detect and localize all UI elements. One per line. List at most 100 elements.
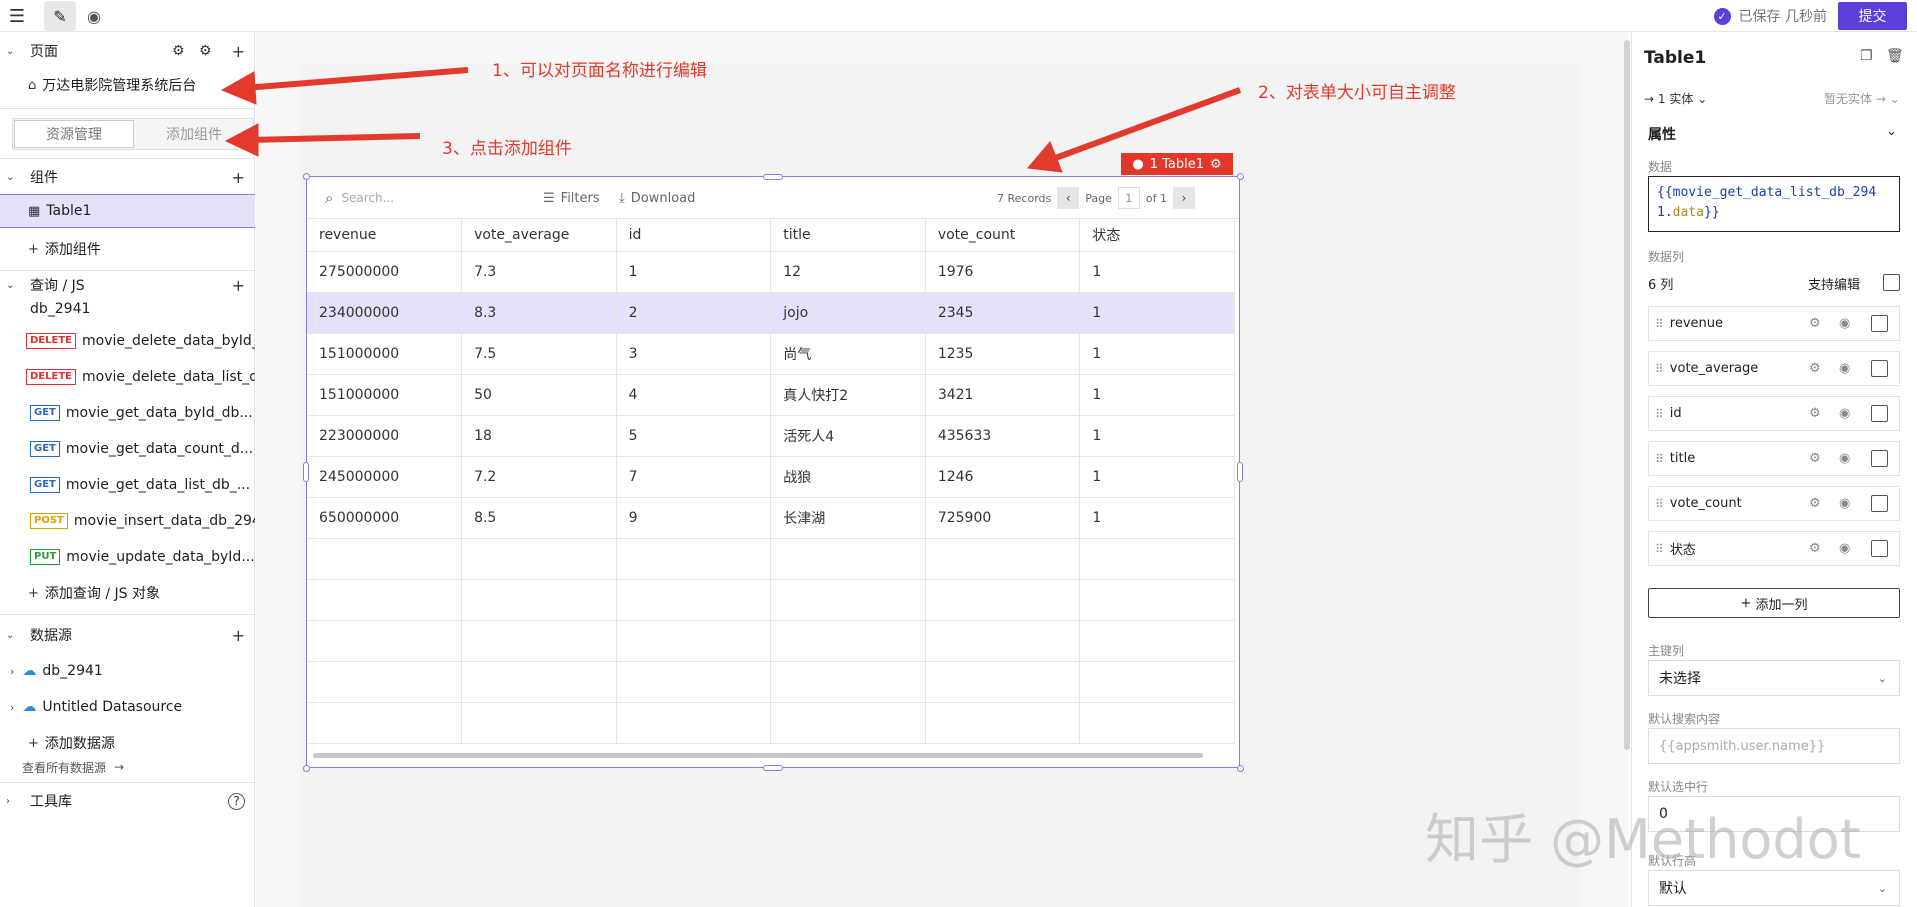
column-checkbox[interactable] xyxy=(1871,360,1888,377)
support-edit-checkbox[interactable] xyxy=(1883,274,1900,291)
page-item[interactable]: ⌂ 万达电影院管理系统后台 xyxy=(0,70,255,100)
drag-handle-icon[interactable]: ⠿ xyxy=(1655,452,1664,466)
column-checkbox[interactable] xyxy=(1871,495,1888,512)
table-cell[interactable] xyxy=(925,702,1081,744)
widget-name-tag[interactable]: ● 1 Table1 ⚙ xyxy=(1121,153,1233,175)
table-cell[interactable] xyxy=(307,579,463,621)
table-cell[interactable]: 8.5 xyxy=(461,497,617,539)
eye-icon[interactable]: ◉ xyxy=(1839,451,1850,466)
eye-icon[interactable]: ◉ xyxy=(1839,496,1850,511)
table-cell[interactable] xyxy=(1079,702,1235,744)
table-cell[interactable]: 435633 xyxy=(925,415,1081,457)
table-row[interactable]: 245000000 7.2 7 战狼 1246 1 xyxy=(307,456,1235,498)
table-cell[interactable]: 275000000 xyxy=(307,251,463,293)
gear-icon[interactable]: ⚙ xyxy=(1809,316,1821,331)
empty-table-row[interactable] xyxy=(307,702,1235,744)
table-cell[interactable]: 7.2 xyxy=(461,456,617,498)
help-icon[interactable]: ? xyxy=(228,792,245,810)
drag-handle-icon[interactable]: ⠿ xyxy=(1655,407,1664,421)
eye-icon[interactable]: ◉ xyxy=(1839,361,1850,376)
query-item[interactable]: DELETE movie_delete_data_list_d... xyxy=(0,362,255,392)
add-query-plus-icon[interactable]: + xyxy=(232,276,245,295)
table-cell[interactable]: 真人快打2 xyxy=(770,374,926,416)
chevron-down-icon[interactable]: ⌄ xyxy=(6,172,20,183)
preview-eye-icon[interactable]: ◉ xyxy=(80,0,108,32)
table-horizontal-scrollbar[interactable] xyxy=(313,753,1203,758)
column-item[interactable]: ⠿ 状态 ⚙ ◉ xyxy=(1648,531,1900,566)
widget-item-table1[interactable]: ▦ Table1 xyxy=(0,194,255,228)
add-page-plus-icon[interactable]: + xyxy=(232,42,245,61)
delete-icon[interactable]: 🗑 xyxy=(1886,48,1904,64)
primary-key-select[interactable]: 未选择 ⌄ xyxy=(1648,660,1900,696)
settings-icon[interactable]: ⚙ xyxy=(1210,157,1222,172)
chevron-down-icon[interactable]: ⌄ xyxy=(6,280,20,291)
table-cell[interactable] xyxy=(461,538,617,580)
table-cell[interactable]: 1976 xyxy=(925,251,1081,293)
column-header[interactable]: vote_average xyxy=(461,219,617,252)
table-cell[interactable] xyxy=(1079,538,1235,580)
table-cell[interactable]: 234000000 xyxy=(307,292,463,334)
widgets-section-header[interactable]: ⌄ 组件 + xyxy=(0,162,255,192)
chevron-down-icon[interactable]: ⌄ xyxy=(6,46,20,57)
table-cell[interactable] xyxy=(925,538,1081,580)
table-widget[interactable]: ⌕ Search... ☰ Filters ⤓ Download 7 Recor… xyxy=(306,176,1240,768)
column-header[interactable]: title xyxy=(770,219,926,252)
submit-button[interactable]: 提交 xyxy=(1838,2,1907,30)
add-widget-plus-icon[interactable]: + xyxy=(232,168,245,187)
prev-page-button[interactable]: ‹ xyxy=(1057,187,1080,209)
table-cell[interactable] xyxy=(616,702,772,744)
resize-handle-bottom-right[interactable] xyxy=(1237,765,1244,772)
table-cell[interactable] xyxy=(461,661,617,703)
eye-icon[interactable]: ◉ xyxy=(1839,541,1850,556)
table-cell[interactable]: 1 xyxy=(1079,415,1235,457)
table-cell[interactable]: 12 xyxy=(770,251,926,293)
gear-icon[interactable]: ⚙ xyxy=(1809,541,1821,556)
datasource-item[interactable]: › ☁ db_2941 xyxy=(0,656,255,686)
table-cell[interactable]: 5 xyxy=(616,415,772,457)
table-cell[interactable] xyxy=(1079,579,1235,621)
edit-mode-pencil-icon[interactable]: ✎ xyxy=(44,1,76,31)
column-header[interactable]: vote_count xyxy=(925,219,1081,252)
table-cell[interactable]: 1246 xyxy=(925,456,1081,498)
drag-handle-icon[interactable]: ⠿ xyxy=(1655,497,1664,511)
table-cell[interactable]: 223000000 xyxy=(307,415,463,457)
column-item[interactable]: ⠿ vote_count ⚙ ◉ xyxy=(1648,486,1900,521)
column-item[interactable]: ⠿ vote_average ⚙ ◉ xyxy=(1648,351,1900,386)
next-page-button[interactable]: › xyxy=(1172,187,1195,209)
table-cell[interactable] xyxy=(770,661,926,703)
add-datasource-item[interactable]: + 添加数据源 xyxy=(0,728,255,758)
query-item[interactable]: POST movie_insert_data_db_2941 xyxy=(0,506,255,536)
table-cell[interactable]: 725900 xyxy=(925,497,1081,539)
datasource-item[interactable]: › ☁ Untitled Datasource xyxy=(0,692,255,722)
resize-handle-top-left[interactable] xyxy=(303,173,310,180)
table-cell[interactable]: jojo xyxy=(770,292,926,334)
table-cell[interactable]: 尚气 xyxy=(770,333,926,375)
table-cell[interactable] xyxy=(770,702,926,744)
table-cell[interactable] xyxy=(461,702,617,744)
table-row[interactable]: 151000000 7.5 3 尚气 1235 1 xyxy=(307,333,1235,375)
table-cell[interactable]: 151000000 xyxy=(307,333,463,375)
table-cell[interactable]: 1 xyxy=(616,251,772,293)
table-cell[interactable] xyxy=(1079,661,1235,703)
gear-icon[interactable]: ⚙ xyxy=(1809,361,1821,376)
column-checkbox[interactable] xyxy=(1871,405,1888,422)
datasource-section-header[interactable]: ⌄ 数据源 + xyxy=(0,620,255,650)
column-item[interactable]: ⠿ revenue ⚙ ◉ xyxy=(1648,306,1900,341)
add-query-item[interactable]: + 添加查询 / JS 对象 xyxy=(0,578,255,608)
gear-icon[interactable]: ⚙ xyxy=(1809,451,1821,466)
eye-icon[interactable]: ◉ xyxy=(1839,316,1850,331)
table-cell[interactable]: 7.3 xyxy=(461,251,617,293)
table-cell[interactable] xyxy=(925,579,1081,621)
table-cell[interactable] xyxy=(616,579,772,621)
copy-icon[interactable]: ❐ xyxy=(1860,48,1873,64)
table-cell[interactable]: 1 xyxy=(1079,497,1235,539)
table-cell[interactable]: 7 xyxy=(616,456,772,498)
column-header[interactable]: id xyxy=(616,219,772,252)
table-cell[interactable]: 7.5 xyxy=(461,333,617,375)
table-cell[interactable] xyxy=(770,620,926,662)
resize-handle-left[interactable] xyxy=(303,462,309,482)
column-checkbox[interactable] xyxy=(1871,315,1888,332)
table-cell[interactable]: 2345 xyxy=(925,292,1081,334)
resize-handle-right[interactable] xyxy=(1237,462,1243,482)
table-cell[interactable] xyxy=(307,702,463,744)
